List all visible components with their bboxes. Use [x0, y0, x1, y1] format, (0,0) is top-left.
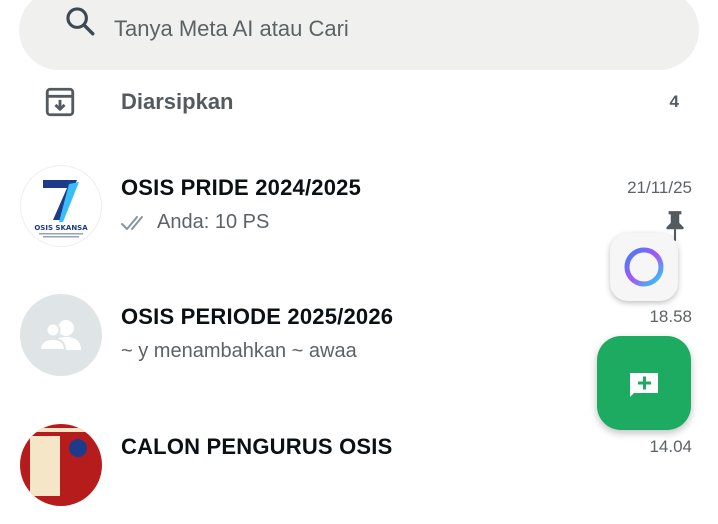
- chat-time: 21/11/25: [627, 178, 692, 197]
- chat-time: 14.04: [649, 437, 692, 456]
- chat-preview-text: ~ y menambahkan ~ awaa: [121, 340, 357, 362]
- poster-avatar-icon: [30, 428, 88, 496]
- chat-title: CALON PENGURUS OSIS: [121, 434, 393, 459]
- archived-label: Diarsipkan: [121, 89, 234, 114]
- chat-avatar: [20, 424, 102, 506]
- new-chat-button[interactable]: [597, 336, 691, 430]
- group-icon: [38, 320, 81, 351]
- archive-icon: [45, 87, 75, 117]
- chat-preview: ~ y menambahkan ~ awaa: [121, 340, 357, 363]
- chat-preview-text: Anda: 10 PS: [157, 211, 270, 233]
- chat-title: OSIS PRIDE 2024/2025: [121, 175, 362, 200]
- chat-title: OSIS PERIODE 2025/2026: [121, 304, 394, 329]
- meta-ai-button[interactable]: [610, 233, 678, 301]
- meta-ai-icon: [624, 247, 664, 287]
- chat-preview: Anda: 10 PS: [121, 211, 269, 234]
- osis-logo-icon: OSIS SKANSA: [34, 180, 88, 238]
- double-check-icon: [121, 215, 143, 230]
- chat-avatar: [20, 294, 102, 376]
- search-bar[interactable]: Tanya Meta AI atau Cari: [19, 0, 699, 70]
- chat-time: 18.58: [649, 307, 692, 326]
- archived-row[interactable]: Diarsipkan 4: [0, 80, 718, 124]
- search-input[interactable]: Tanya Meta AI atau Cari: [114, 16, 349, 42]
- search-icon: [66, 7, 95, 36]
- avatar-logo-text: OSIS SKANSA: [34, 224, 88, 232]
- chat-item-calon-pengurus[interactable]: CALON PENGURUS OSIS 14.04: [0, 424, 718, 524]
- new-chat-icon: [630, 373, 658, 397]
- archived-count: 4: [669, 92, 679, 111]
- chat-avatar: OSIS SKANSA: [20, 165, 102, 247]
